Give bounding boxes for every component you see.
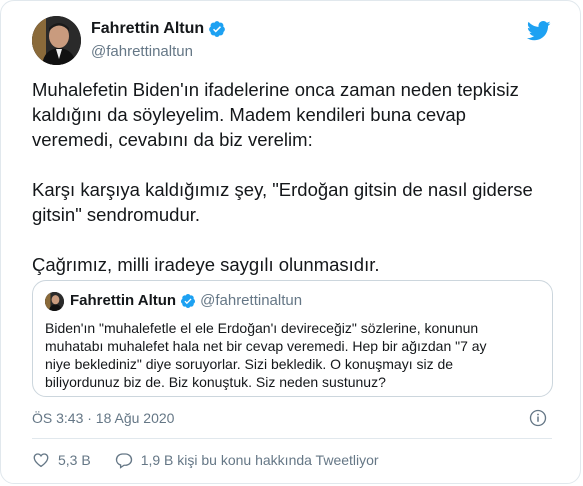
verified-badge-icon	[181, 293, 196, 308]
tweet-actions: 5,3 B 1,9 B kişi bu konu hakkında Tweetl…	[32, 451, 379, 469]
author-name-row[interactable]: Fahrettin Altun	[91, 20, 226, 38]
reply-bubble-icon	[115, 453, 132, 469]
tweet-body: Muhalefetin Biden'ın ifadelerine onca za…	[32, 77, 552, 277]
quoted-avatar	[45, 292, 64, 311]
author-name[interactable]: Fahrettin Altun	[91, 20, 204, 38]
like-button[interactable]: 5,3 B	[32, 451, 91, 469]
avatar[interactable]	[32, 16, 81, 65]
tweet-card: Fahrettin Altun @fahrettinaltun Muhalefe…	[0, 0, 581, 484]
quoted-tweet[interactable]: Fahrettin Altun @fahrettinaltun Biden'ın…	[32, 280, 553, 397]
reply-count-label: 1,9 B kişi bu konu hakkında Tweetliyor	[140, 452, 379, 468]
reply-button[interactable]: 1,9 B kişi bu konu hakkında Tweetliyor	[115, 451, 379, 469]
info-icon[interactable]	[529, 409, 547, 427]
author-handle[interactable]: @fahrettinaltun	[91, 43, 193, 60]
quoted-text: Biden'ın "muhalefetle el ele Erdoğan'ı d…	[45, 320, 487, 390]
divider	[32, 438, 552, 439]
tweet-timestamp[interactable]: ÖS 3:43 · 18 Ağu 2020	[32, 410, 174, 426]
verified-badge-icon	[209, 21, 226, 37]
quoted-author-name: Fahrettin Altun	[70, 292, 177, 309]
tweet-paragraph: Çağrımız, milli iradeye saygılı olunması…	[32, 254, 380, 275]
like-count: 5,3 B	[58, 452, 91, 468]
tweet-paragraph: Muhalefetin Biden'ın ifadelerine onca za…	[32, 79, 519, 150]
twitter-bird-icon[interactable]	[527, 21, 551, 41]
tweet-paragraph: Karşı karşıya kaldığımız şey, "Erdoğan g…	[32, 179, 533, 225]
quoted-author-handle: @fahrettinaltun	[200, 292, 303, 309]
quoted-header: Fahrettin Altun @fahrettinaltun	[70, 292, 302, 309]
heart-icon	[33, 453, 49, 468]
